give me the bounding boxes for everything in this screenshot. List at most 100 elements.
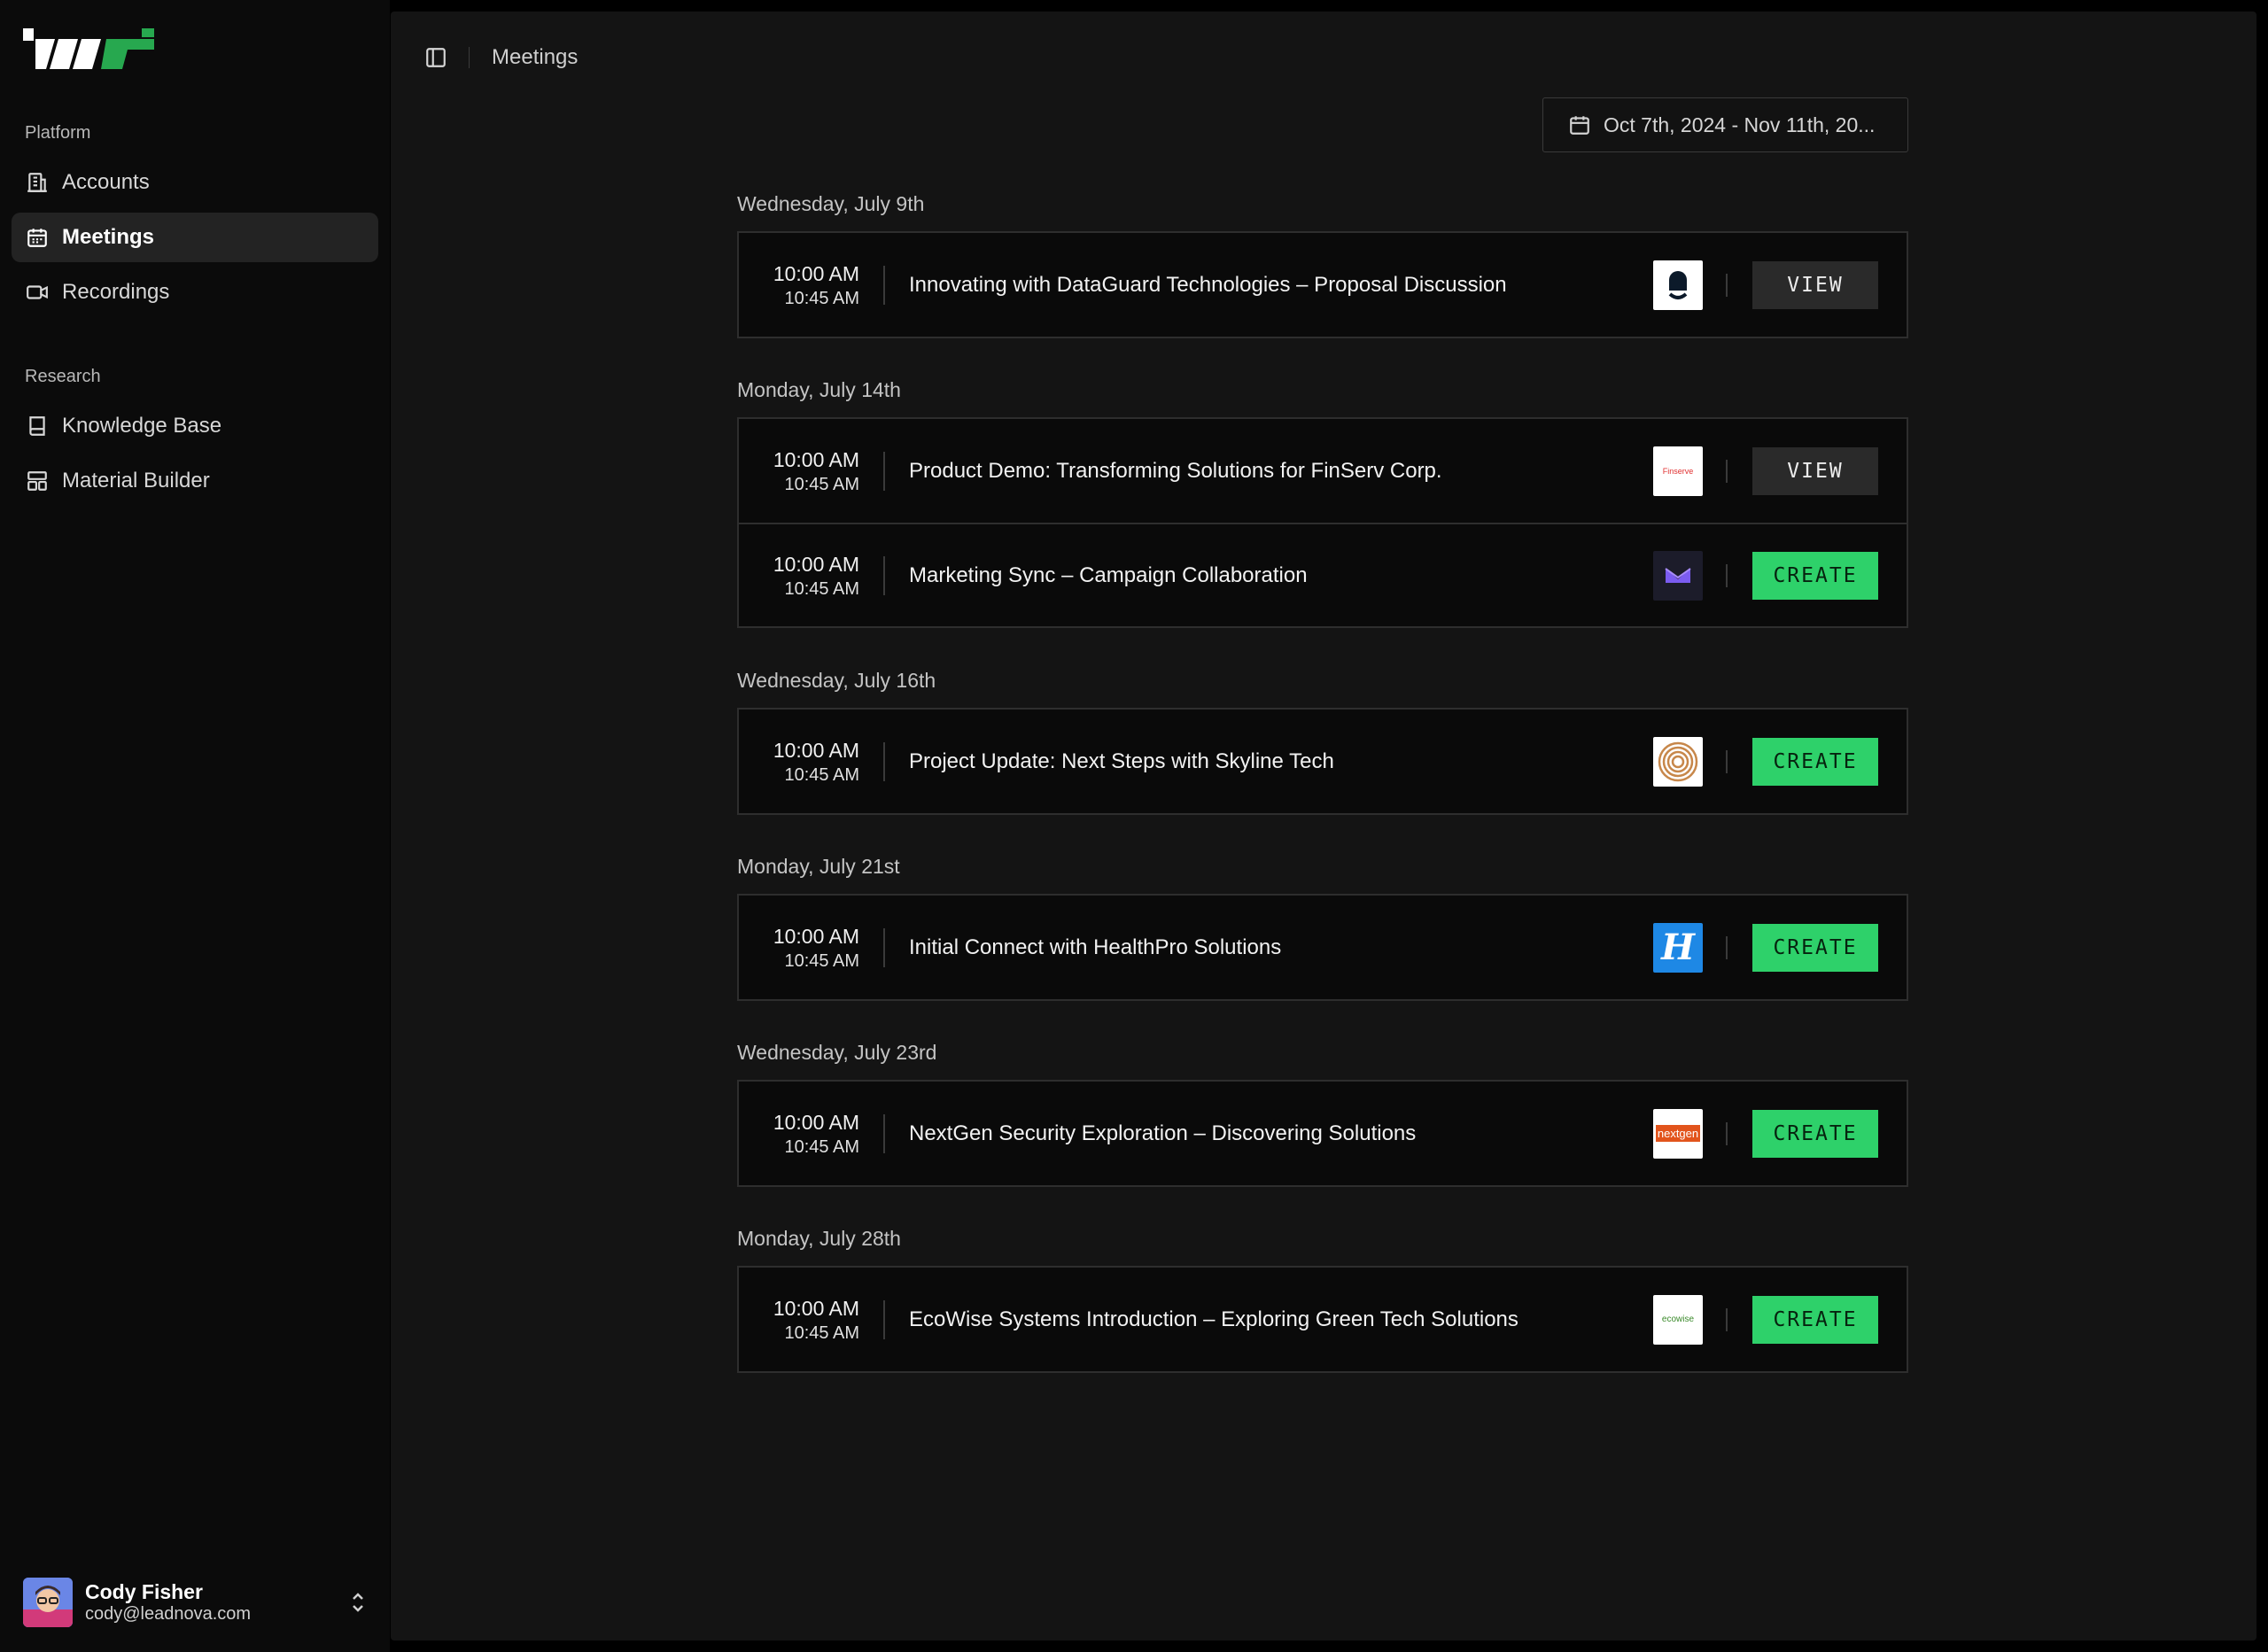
building-icon bbox=[26, 171, 49, 194]
user-menu[interactable]: Cody Fisher cody@leadnova.com bbox=[23, 1577, 369, 1628]
meeting-group: 10:00 AM 10:45 AM Product Demo: Transfor… bbox=[737, 417, 1908, 628]
divider bbox=[883, 927, 885, 967]
sidebar-item-label: Material Builder bbox=[62, 469, 210, 492]
meeting-row[interactable]: 10:00 AM 10:45 AM Innovating with DataGu… bbox=[739, 233, 1907, 337]
meeting-title: Project Update: Next Steps with Skyline … bbox=[909, 748, 1334, 773]
create-button[interactable]: CREATE bbox=[1752, 1295, 1878, 1344]
view-button[interactable]: VIEW bbox=[1752, 446, 1878, 495]
nextgen-logo: nextgen bbox=[1653, 1108, 1703, 1159]
healthpro-logo: H bbox=[1653, 922, 1703, 973]
ecowise-logo: ecowise bbox=[1653, 1294, 1703, 1345]
create-button[interactable]: CREATE bbox=[1752, 551, 1878, 600]
skyline-logo bbox=[1653, 736, 1703, 787]
meeting-start: 10:00 AM bbox=[773, 1296, 859, 1320]
meeting-end: 10:45 AM bbox=[784, 474, 859, 494]
meeting-times: 10:00 AM 10:45 AM bbox=[739, 923, 859, 973]
meeting-title: Marketing Sync – Campaign Collaboration bbox=[909, 562, 1308, 587]
meeting-title: EcoWise Systems Introduction – Exploring… bbox=[909, 1307, 1518, 1331]
divider bbox=[1726, 459, 1728, 483]
meeting-row[interactable]: 10:00 AM 10:45 AM Initial Connect with H… bbox=[739, 896, 1907, 999]
avatar bbox=[23, 1578, 73, 1627]
brand-logo[interactable] bbox=[23, 28, 154, 69]
divider bbox=[883, 1299, 885, 1339]
meeting-end: 10:45 AM bbox=[784, 1322, 859, 1343]
divider bbox=[1726, 1307, 1728, 1331]
meeting-group: 10:00 AM 10:45 AM Project Update: Next S… bbox=[737, 708, 1908, 815]
meeting-times: 10:00 AM 10:45 AM bbox=[739, 737, 859, 787]
meeting-times: 10:00 AM 10:45 AM bbox=[739, 551, 859, 601]
meeting-row[interactable]: 10:00 AM 10:45 AM NextGen Security Explo… bbox=[739, 1082, 1907, 1185]
sidebar-item-label: Accounts bbox=[62, 170, 150, 194]
chevron-up-down-icon[interactable] bbox=[347, 1589, 369, 1616]
layout-icon bbox=[26, 469, 49, 492]
divider bbox=[1726, 749, 1728, 773]
meeting-times: 10:00 AM 10:45 AM bbox=[739, 1295, 859, 1345]
meeting-row[interactable]: 10:00 AM 10:45 AM Product Demo: Transfor… bbox=[739, 419, 1907, 523]
sidebar-toggle-icon[interactable] bbox=[423, 44, 449, 71]
divider bbox=[883, 1113, 885, 1153]
envelope-logo bbox=[1653, 550, 1703, 601]
meeting-times: 10:00 AM 10:45 AM bbox=[739, 260, 859, 310]
divider bbox=[1726, 935, 1728, 959]
date-range-picker[interactable]: Oct 7th, 2024 - Nov 11th, 20... bbox=[1542, 97, 1908, 152]
dataguard-logo bbox=[1653, 260, 1703, 310]
meeting-times: 10:00 AM 10:45 AM bbox=[739, 446, 859, 496]
day-heading: Wednesday, July 16th bbox=[737, 669, 936, 692]
calendar-icon bbox=[26, 226, 49, 249]
topbar: Meetings bbox=[423, 42, 578, 74]
meeting-start: 10:00 AM bbox=[773, 552, 859, 576]
view-button[interactable]: VIEW bbox=[1752, 260, 1878, 309]
sidebar-item-material-builder[interactable]: Material Builder bbox=[12, 456, 378, 506]
user-name: Cody Fisher bbox=[85, 1580, 203, 1603]
section-label-platform: Platform bbox=[25, 123, 91, 143]
meeting-end: 10:45 AM bbox=[784, 288, 859, 308]
logo-text: Finserve bbox=[1662, 466, 1694, 476]
meeting-row[interactable]: 10:00 AM 10:45 AM Project Update: Next S… bbox=[739, 710, 1907, 813]
meeting-start: 10:00 AM bbox=[773, 447, 859, 471]
sidebar-item-label: Recordings bbox=[62, 280, 170, 304]
book-icon bbox=[26, 415, 49, 438]
sidebar-item-accounts[interactable]: Accounts bbox=[12, 158, 378, 207]
logo-text: nextgen bbox=[1655, 1125, 1701, 1142]
date-range-value: Oct 7th, 2024 - Nov 11th, 20... bbox=[1604, 112, 1876, 136]
calendar-icon bbox=[1570, 116, 1589, 135]
divider bbox=[883, 555, 885, 595]
logo-text: ecowise bbox=[1661, 1315, 1695, 1324]
meeting-row[interactable]: 10:00 AM 10:45 AM EcoWise Systems Introd… bbox=[739, 1268, 1907, 1371]
day-heading: Monday, July 28th bbox=[737, 1227, 901, 1250]
meeting-start: 10:00 AM bbox=[773, 738, 859, 762]
meeting-start: 10:00 AM bbox=[773, 924, 859, 948]
divider bbox=[469, 47, 470, 68]
meeting-row[interactable]: 10:00 AM 10:45 AM Marketing Sync – Campa… bbox=[739, 523, 1907, 626]
divider bbox=[1726, 563, 1728, 587]
divider bbox=[883, 451, 885, 491]
sidebar-item-knowledge-base[interactable]: Knowledge Base bbox=[12, 401, 378, 451]
meeting-title: Innovating with DataGuard Technologies –… bbox=[909, 272, 1507, 297]
meeting-title: Product Demo: Transforming Solutions for… bbox=[909, 458, 1442, 483]
app: Platform Accounts Meetings Recordings Re… bbox=[0, 0, 2268, 1652]
meeting-times: 10:00 AM 10:45 AM bbox=[739, 1109, 859, 1159]
divider bbox=[1726, 1121, 1728, 1145]
day-heading: Monday, July 21st bbox=[737, 855, 900, 878]
divider bbox=[1726, 273, 1728, 297]
meeting-end: 10:45 AM bbox=[784, 764, 859, 785]
meeting-title: Initial Connect with HealthPro Solutions bbox=[909, 935, 1282, 959]
meeting-title: NextGen Security Exploration – Discoveri… bbox=[909, 1121, 1417, 1145]
sidebar-item-meetings[interactable]: Meetings bbox=[12, 213, 378, 262]
create-button[interactable]: CREATE bbox=[1752, 923, 1878, 972]
logo-text: H bbox=[1661, 927, 1695, 968]
day-heading: Wednesday, July 23rd bbox=[737, 1041, 937, 1064]
create-button[interactable]: CREATE bbox=[1752, 1109, 1878, 1158]
sidebar-item-recordings[interactable]: Recordings bbox=[12, 268, 378, 317]
finserve-logo: Finserve bbox=[1653, 446, 1703, 496]
meeting-start: 10:00 AM bbox=[773, 1110, 859, 1134]
meeting-group: 10:00 AM 10:45 AM Initial Connect with H… bbox=[737, 894, 1908, 1001]
meeting-start: 10:00 AM bbox=[773, 261, 859, 285]
create-button[interactable]: CREATE bbox=[1752, 737, 1878, 786]
section-label-research: Research bbox=[25, 367, 101, 386]
meeting-group: 10:00 AM 10:45 AM NextGen Security Explo… bbox=[737, 1080, 1908, 1187]
main-panel: Meetings Oct 7th, 2024 - Nov 11th, 20...… bbox=[391, 12, 2256, 1640]
breadcrumb: Meetings bbox=[492, 45, 579, 69]
day-heading: Wednesday, July 9th bbox=[737, 192, 925, 215]
video-icon bbox=[26, 281, 49, 304]
